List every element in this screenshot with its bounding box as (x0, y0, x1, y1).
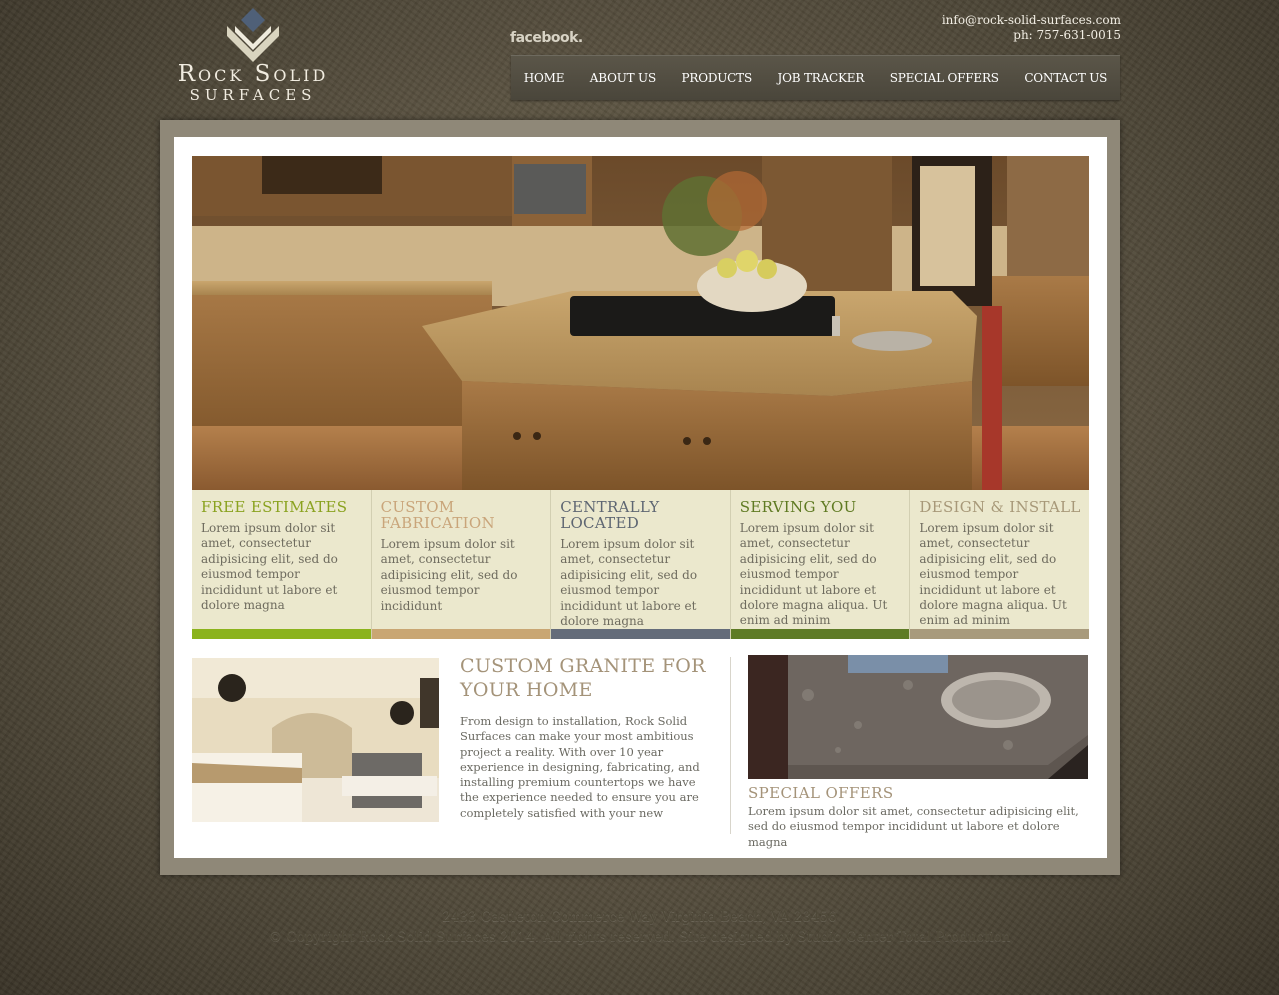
feature-color-bar (910, 629, 1089, 639)
granite-sink-image[interactable] (748, 655, 1088, 779)
feature-title: SERVING YOU (739, 498, 857, 516)
footer-address: 2433 Castleton Commerce Way Virginia Bea… (442, 909, 837, 925)
special-offers-title[interactable]: SPECIAL OFFERS (748, 784, 894, 802)
main-nav: HOME ABOUT US PRODUCTS JOB TRACKER SPECI… (511, 55, 1120, 100)
feature-text: Lorem ipsum dolor sit amet, consectetur … (739, 521, 888, 628)
nav-contact-us[interactable]: CONTACT US (1024, 71, 1107, 85)
feature-custom-fabrication[interactable]: CUSTOM FABRICATION Lorem ipsum dolor sit… (371, 490, 552, 639)
custom-granite-text: From design to installation, Rock Solid … (460, 714, 700, 820)
logo-text-line2: Surfaces (189, 86, 317, 104)
footer: 2433 Castleton Commerce Way Virginia Bea… (0, 907, 1279, 947)
feature-color-bar (192, 629, 371, 639)
feature-centrally-located[interactable]: CENTRALLY LOCATED Lorem ipsum dolor sit … (551, 490, 731, 639)
feature-color-bar (730, 629, 910, 639)
feature-text: Lorem ipsum dolor sit amet, consectetur … (201, 521, 338, 613)
feature-text: Lorem ipsum dolor sit amet, consectetur … (380, 537, 518, 613)
logo-text-line1: Rock Solid (177, 61, 329, 87)
column-divider (730, 657, 731, 834)
feature-text: Lorem ipsum dolor sit amet, consectetur … (919, 521, 1067, 628)
feature-serving-you[interactable]: SERVING YOU Lorem ipsum dolor sit amet, … (730, 490, 911, 639)
feature-title: FREE ESTIMATES (201, 498, 348, 516)
nav-home[interactable]: HOME (524, 71, 565, 85)
nav-about-us[interactable]: ABOUT US (590, 71, 656, 85)
site-logo[interactable]: Rock Solid Surfaces (158, 6, 348, 110)
custom-granite-title: CUSTOM GRANITE FOR YOUR HOME (460, 655, 706, 701)
feature-title: DESIGN & INSTALL (919, 498, 1081, 516)
feature-text: Lorem ipsum dolor sit amet, consectetur … (560, 537, 698, 629)
feature-title: CENTRALLY LOCATED (560, 498, 660, 532)
nav-special-offers[interactable]: SPECIAL OFFERS (890, 71, 999, 85)
nav-products[interactable]: PRODUCTS (681, 71, 752, 85)
feature-title: CUSTOM FABRICATION (380, 498, 495, 532)
feature-color-bar (371, 629, 551, 639)
feature-design-install[interactable]: DESIGN & INSTALL Lorem ipsum dolor sit a… (910, 490, 1089, 639)
feature-color-bar (551, 629, 730, 639)
features-strip: FREE ESTIMATES Lorem ipsum dolor sit ame… (192, 490, 1089, 639)
special-offers-text: Lorem ipsum dolor sit amet, consectetur … (748, 804, 1079, 849)
footer-copyright: © Copyright Rock Solid Surfaces 2014. Al… (268, 929, 1011, 945)
hero-kitchen-image (192, 156, 1089, 490)
facebook-link[interactable]: facebook. (510, 30, 583, 46)
contact-email[interactable]: info@rock-solid-surfaces.com (942, 13, 1121, 28)
nav-job-tracker[interactable]: JOB TRACKER (777, 71, 864, 85)
dining-room-image (192, 658, 439, 822)
contact-info: info@rock-solid-surfaces.com ph: 757-631… (942, 13, 1121, 43)
feature-free-estimates[interactable]: FREE ESTIMATES Lorem ipsum dolor sit ame… (192, 490, 372, 639)
logo-mark-icon (227, 8, 279, 62)
contact-phone: ph: 757-631-0015 (1013, 28, 1121, 42)
